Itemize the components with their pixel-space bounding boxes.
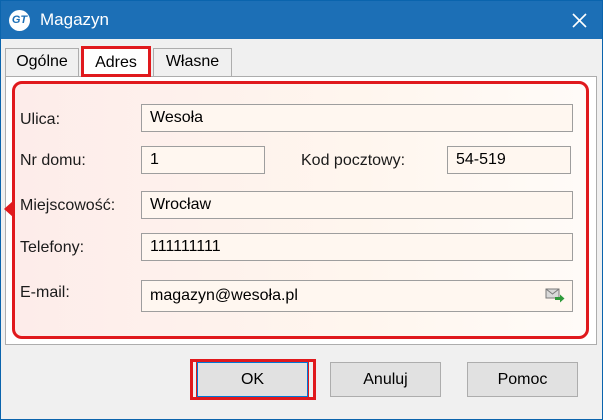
email-field[interactable]: magazyn@wesoła.pl: [141, 280, 573, 312]
highlight-pointer-icon: [4, 201, 13, 217]
tab-custom[interactable]: Własne: [153, 48, 232, 76]
city-field[interactable]: Wrocław: [141, 191, 573, 219]
close-icon: [572, 13, 587, 28]
app-logo-icon: GT: [9, 10, 30, 31]
app-logo-text: GT: [11, 14, 28, 26]
house-number-field[interactable]: 1: [141, 146, 265, 174]
close-button[interactable]: [557, 1, 602, 39]
send-mail-icon[interactable]: [545, 288, 565, 303]
phones-field[interactable]: 111111111: [141, 233, 573, 261]
title-bar[interactable]: GT Magazyn: [1, 1, 602, 39]
window-title: Magazyn: [40, 10, 109, 29]
tab-general[interactable]: Ogólne: [5, 48, 79, 76]
postal-code-label: Kod pocztowy:: [301, 152, 406, 169]
postal-code-field[interactable]: 54-519: [447, 146, 571, 174]
city-label: Miejscowość:: [20, 197, 116, 214]
street-field[interactable]: Wesoła: [141, 104, 573, 132]
email-label: E-mail:: [20, 284, 70, 301]
email-value: magazyn@wesoła.pl: [150, 287, 298, 304]
dialog-window: GT Magazyn Ogólne Adres Własne Ulica: We…: [0, 0, 603, 420]
cancel-button[interactable]: Anuluj: [330, 362, 441, 397]
help-button[interactable]: Pomoc: [467, 362, 578, 397]
ok-button[interactable]: OK: [197, 362, 308, 397]
tab-address[interactable]: Adres: [81, 46, 151, 77]
phones-label: Telefony:: [20, 239, 85, 256]
house-number-label: Nr domu:: [20, 152, 86, 169]
street-label: Ulica:: [20, 111, 61, 128]
